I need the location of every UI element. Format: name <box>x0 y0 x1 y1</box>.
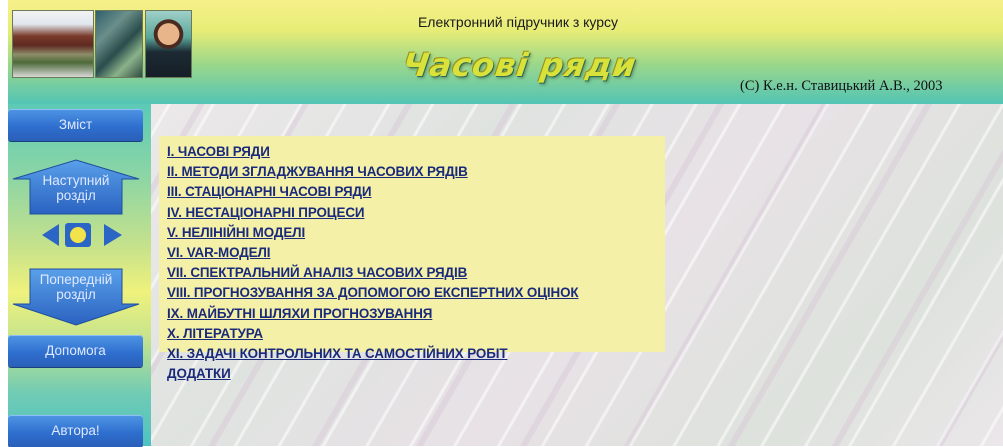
copyright-text: (С) К.е.н. Ставицький А.В., 2003 <box>740 78 943 94</box>
main-content: I. ЧАСОВІ РЯДИ II. МЕТОДИ ЗГЛАДЖУВАННЯ Ч… <box>151 104 1003 446</box>
header-banner: Електронний підручник з курсу Часові ряд… <box>8 0 1003 104</box>
page-frame: Електронний підручник з курсу Часові ряд… <box>8 0 1003 447</box>
help-button[interactable]: Допомога <box>8 335 143 367</box>
prev-page-icon <box>42 224 59 246</box>
previous-section-button[interactable]: Попередній розділ <box>12 268 140 326</box>
toc-link-var-models[interactable]: VI. VAR-МОДЕЛІ <box>167 243 665 263</box>
toc-link-time-series[interactable]: I. ЧАСОВІ РЯДИ <box>167 142 665 162</box>
pager-icons <box>42 223 122 247</box>
previous-section-label-1: Попередній <box>39 272 113 287</box>
left-navigation: Зміст Наступний розділ Попередній розділ… <box>8 104 151 447</box>
course-logo-title: Часові ряди <box>400 46 640 84</box>
toc-link-expert-forecasting[interactable]: VIII. ПРОГНОЗУВАННЯ ЗА ДОПОМОГОЮ ЕКСПЕРТ… <box>167 283 665 303</box>
course-subtitle: Електронний підручник з курсу <box>417 14 619 30</box>
table-of-contents: I. ЧАСОВІ РЯДИ II. МЕТОДИ ЗГЛАДЖУВАННЯ Ч… <box>159 136 665 381</box>
next-section-button[interactable]: Наступний розділ <box>12 159 140 215</box>
contents-button[interactable]: Зміст <box>8 109 143 141</box>
toc-link-smoothing-methods[interactable]: II. МЕТОДИ ЗГЛАДЖУВАННЯ ЧАСОВИХ РЯДІВ <box>167 162 665 182</box>
next-page-icon <box>104 224 122 246</box>
toc-link-literature[interactable]: X. ЛІТЕРАТУРА <box>167 324 665 344</box>
toc-link-future-forecasting[interactable]: IX. МАЙБУТНІ ШЛЯХИ ПРОГНОЗУВАННЯ <box>167 304 665 324</box>
toc-link-nonstationary-processes[interactable]: IV. НЕСТАЦІОНАРНІ ПРОЦЕСИ <box>167 203 665 223</box>
building-photo <box>12 10 94 78</box>
toc-link-stationary-series[interactable]: III. СТАЦІОНАРНІ ЧАСОВІ РЯДИ <box>167 182 665 202</box>
toc-link-appendices[interactable]: ДОДАТКИ <box>167 364 665 384</box>
pager-controls <box>42 222 122 248</box>
home-dot-icon <box>70 227 86 243</box>
next-section-label-2: розділ <box>56 188 96 203</box>
toc-link-tasks[interactable]: XI. ЗАДАЧІ КОНТРОЛЬНИХ ТА САМОСТІЙНИХ РО… <box>167 344 665 364</box>
toc-link-spectral-analysis[interactable]: VII. СПЕКТРАЛЬНИЙ АНАЛІЗ ЧАСОВИХ РЯДІВ <box>167 263 665 283</box>
previous-section-label-2: розділ <box>56 287 96 302</box>
author-portrait-photo <box>145 10 192 78</box>
next-section-label-1: Наступний <box>42 173 110 188</box>
monument-photo <box>95 10 143 78</box>
authors-button[interactable]: Автора! <box>8 415 143 447</box>
toc-link-nonlinear-models[interactable]: V. НЕЛІНІЙНІ МОДЕЛІ <box>167 223 665 243</box>
